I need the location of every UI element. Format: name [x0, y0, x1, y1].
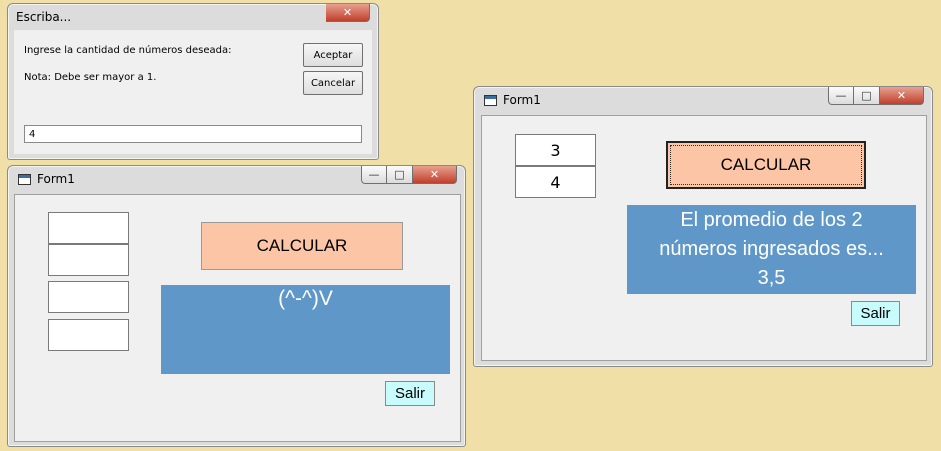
number-textbox[interactable]: [48, 281, 129, 313]
close-icon: ✕: [342, 6, 353, 19]
maximize-icon: □: [861, 89, 872, 102]
minimize-button[interactable]: —: [361, 166, 387, 184]
form1-right-titlebar[interactable]: Form1 — □ ✕: [474, 87, 932, 113]
result-text: (^-^)V: [278, 287, 333, 310]
input-note-label: Nota: Debe ser mayor a 1.: [24, 72, 157, 83]
number-textbox[interactable]: 4: [515, 166, 596, 198]
result-label: (^-^)V: [161, 285, 450, 374]
form-icon: [484, 94, 497, 106]
close-button[interactable]: ✕: [413, 166, 457, 184]
maximize-button[interactable]: □: [387, 166, 413, 184]
close-button[interactable]: ✕: [326, 4, 370, 22]
input-dialog-body: Ingrese la cantidad de números deseada: …: [14, 30, 372, 154]
input-dialog-titlebar[interactable]: Escriba... ✕: [8, 4, 378, 30]
form1-right-window: Form1 — □ ✕ 3 4 CALCULAR El promedio de …: [473, 86, 933, 367]
form1-left-title: Form1: [37, 172, 75, 186]
result-label: El promedio de los 2 números ingresados …: [627, 205, 916, 294]
form1-right-client: 3 4 CALCULAR El promedio de los 2 número…: [481, 115, 927, 361]
exit-button[interactable]: Salir: [385, 381, 435, 406]
close-button[interactable]: ✕: [880, 87, 924, 105]
result-line-1: El promedio de los 2: [680, 209, 863, 231]
result-line-3: 3,5: [757, 267, 786, 289]
number-textbox[interactable]: [48, 212, 129, 244]
maximize-icon: □: [394, 168, 405, 181]
minimize-icon: —: [835, 89, 847, 102]
cancel-button[interactable]: Cancelar: [303, 71, 363, 95]
minimize-icon: —: [368, 168, 380, 181]
minimize-button[interactable]: —: [828, 87, 854, 105]
accept-button[interactable]: Aceptar: [303, 43, 363, 67]
input-dialog-controls: ✕: [326, 4, 370, 22]
calculate-button[interactable]: CALCULAR: [201, 222, 403, 270]
input-dialog-title: Escriba...: [16, 10, 72, 24]
input-prompt-label: Ingrese la cantidad de números deseada:: [24, 45, 232, 56]
form1-right-title: Form1: [503, 93, 541, 107]
form-icon: [18, 173, 31, 185]
input-dialog-window: Escriba... ✕ Ingrese la cantidad de núme…: [7, 3, 379, 160]
form1-left-client: CALCULAR (^-^)V Salir: [14, 194, 461, 442]
form1-right-controls: — □ ✕: [828, 87, 924, 105]
quantity-input[interactable]: 4: [24, 125, 362, 143]
form1-left-titlebar[interactable]: Form1 — □ ✕: [8, 166, 465, 192]
result-line-2: números ingresados es...: [659, 238, 884, 260]
exit-button[interactable]: Salir: [851, 301, 900, 326]
calculate-button[interactable]: CALCULAR: [666, 141, 866, 189]
number-textbox[interactable]: [48, 244, 129, 276]
form1-left-window: Form1 — □ ✕ CALCULAR (^-^)V Salir: [7, 165, 466, 447]
maximize-button[interactable]: □: [854, 87, 880, 105]
number-textbox[interactable]: [48, 319, 129, 351]
close-icon: ✕: [896, 89, 907, 102]
close-icon: ✕: [429, 168, 440, 181]
number-textbox[interactable]: 3: [515, 134, 596, 166]
form1-left-controls: — □ ✕: [361, 166, 457, 184]
